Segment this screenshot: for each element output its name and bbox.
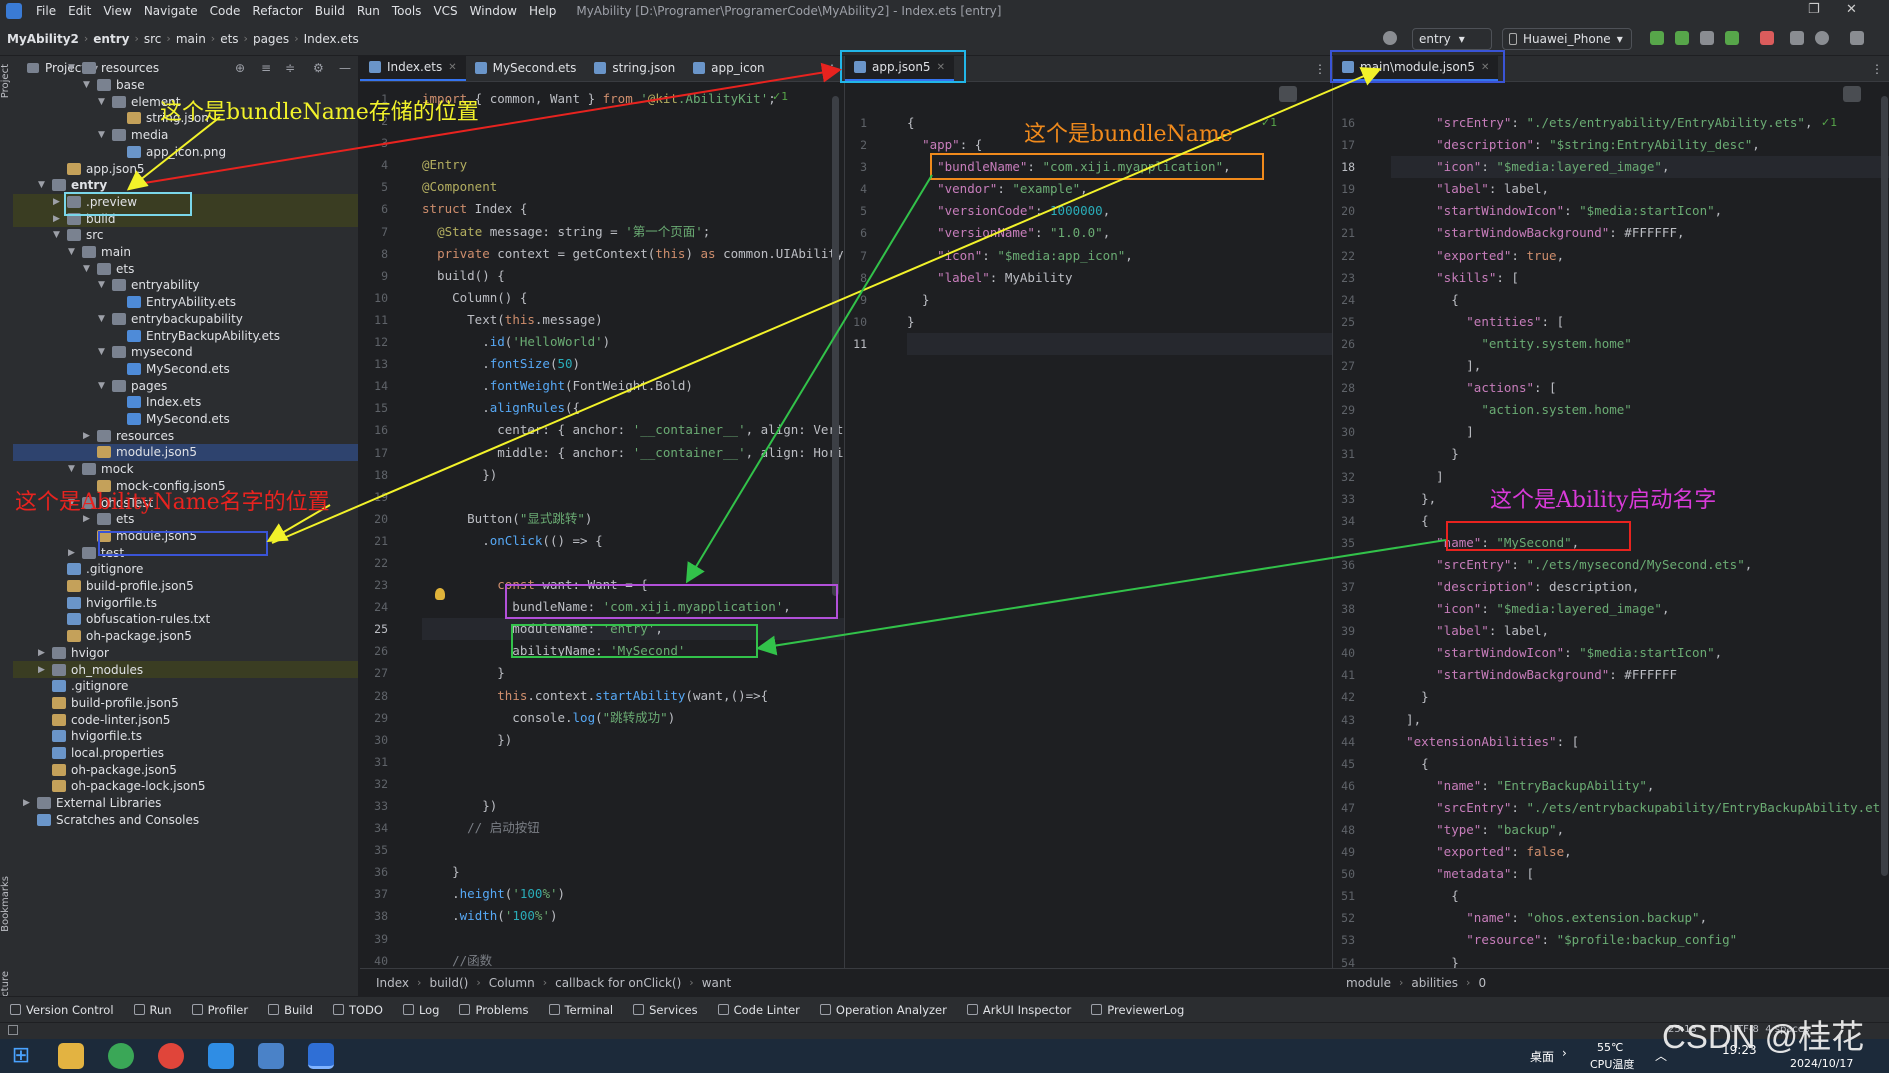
annotation-arrows: [126, 62, 1447, 656]
annotation-bundlename-location: 这个是bundleName存储的位置: [160, 100, 479, 125]
annotation-ability-start-name: 这个是Ability启动名字: [1490, 488, 1717, 513]
annotation-bundlename: 这个是bundleName: [1024, 122, 1233, 147]
arrow-app-json5: [131, 62, 842, 186]
arrow-abilityname-link: [756, 539, 1447, 656]
arrow-bundlename-link: [685, 174, 933, 584]
annotation-abilityname-location: 这个是AbilityName名字的位置: [15, 490, 330, 515]
